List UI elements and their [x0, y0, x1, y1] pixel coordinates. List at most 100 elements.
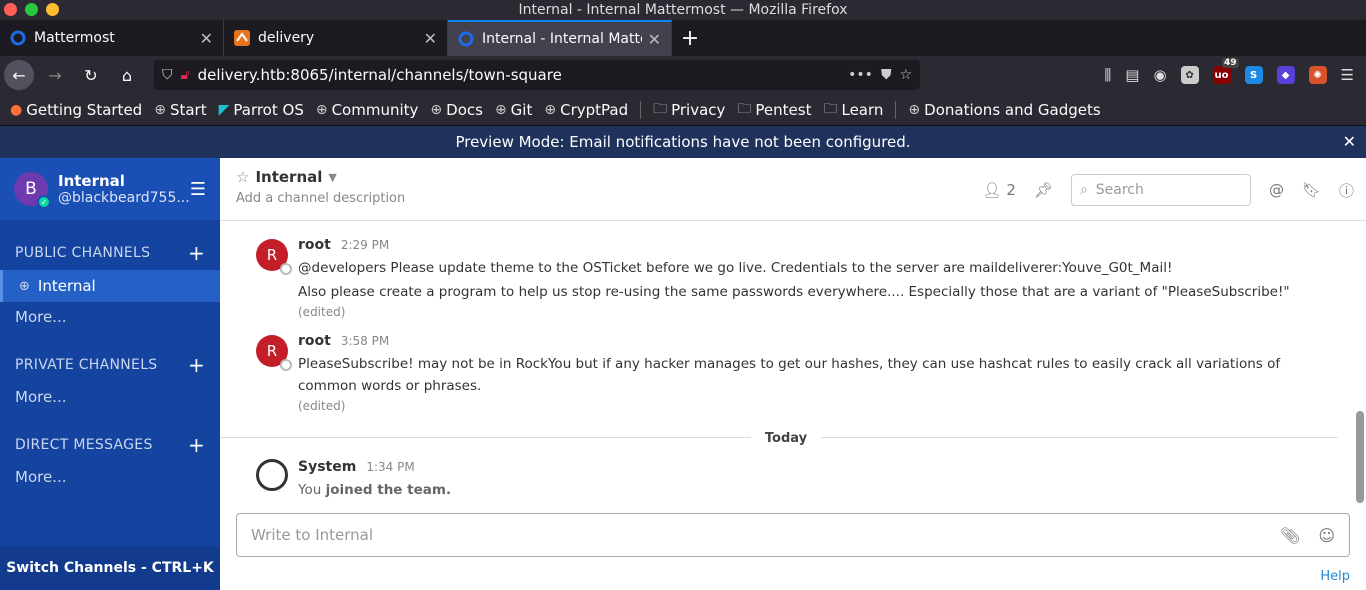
- globe-icon: ⊕: [430, 101, 443, 118]
- bookmark-folder-pentest[interactable]: 🗀 Pentest: [737, 98, 811, 122]
- maximize-window-button[interactable]: [25, 3, 38, 16]
- navigation-bar: ← → ↻ ⌂ ⛉ 🔓︎ delivery.htb:8065/internal/…: [0, 56, 1366, 94]
- chevron-down-icon[interactable]: ▼: [328, 171, 336, 184]
- insecure-lock-icon[interactable]: 🔓︎: [181, 67, 190, 83]
- add-direct-message-button[interactable]: +: [188, 433, 205, 457]
- post[interactable]: R root 3:58 PM PleaseSubscribe! may not b…: [220, 333, 1352, 413]
- bookmark-folder-learn[interactable]: 🗀 Learn: [823, 98, 883, 122]
- search-input[interactable]: ⌕ Search: [1070, 174, 1251, 206]
- emoji-icon[interactable]: ☺: [1318, 526, 1335, 545]
- url-bar[interactable]: ⛉ 🔓︎ delivery.htb:8065/internal/channels…: [154, 60, 920, 90]
- post-time[interactable]: 3:58 PM: [341, 334, 389, 348]
- globe-icon: ⊕: [908, 101, 921, 118]
- forward-button[interactable]: →: [40, 60, 70, 90]
- more-private-channels-link[interactable]: More...: [0, 382, 220, 412]
- url-text[interactable]: delivery.htb:8065/internal/channels/town…: [198, 66, 841, 84]
- tab-mattermost[interactable]: Mattermost ✕: [0, 20, 224, 56]
- home-button[interactable]: ⌂: [112, 60, 142, 90]
- bookmark-getting-started[interactable]: ● Getting Started: [10, 101, 142, 119]
- bookmark-label: Docs: [446, 100, 483, 119]
- tab-delivery[interactable]: delivery ✕: [224, 20, 448, 56]
- ublock-icon[interactable]: uo 49: [1212, 58, 1239, 84]
- hamburger-menu-icon[interactable]: ☰: [190, 179, 206, 200]
- bookmark-label: Community: [331, 100, 419, 119]
- close-window-button[interactable]: [4, 3, 17, 16]
- close-tab-icon[interactable]: ✕: [648, 30, 661, 49]
- post-time[interactable]: 2:29 PM: [341, 238, 389, 252]
- extension-icon[interactable]: ✿: [1180, 66, 1199, 84]
- add-private-channel-button[interactable]: +: [188, 353, 205, 377]
- mention-icon[interactable]: @: [1269, 181, 1284, 199]
- avatar[interactable]: R: [256, 335, 292, 371]
- post-author[interactable]: root: [298, 333, 331, 349]
- bug-extension-icon[interactable]: ✺: [1308, 66, 1327, 84]
- close-icon[interactable]: ✕: [1343, 126, 1356, 158]
- switch-channels-button[interactable]: Switch Channels - CTRL+K: [0, 546, 220, 590]
- cube-extension-icon[interactable]: ◆: [1276, 66, 1295, 84]
- bookmark-community[interactable]: ⊕ Community: [316, 101, 419, 119]
- status-icon: [280, 263, 292, 275]
- library-icon[interactable]: ⫼: [1104, 66, 1111, 84]
- post-author[interactable]: root: [298, 237, 331, 253]
- bookmark-donations[interactable]: ⊕ Donations and Gadgets: [908, 101, 1100, 119]
- window-title: Internal - Internal Mattermost — Mozilla…: [518, 2, 848, 18]
- saved-posts-icon[interactable]: 🔖︎: [1302, 181, 1321, 199]
- sidebar-icon[interactable]: ▤: [1125, 66, 1139, 84]
- mattermost-logo-icon: [256, 459, 288, 491]
- pin-icon[interactable]: 📌︎: [1034, 181, 1053, 199]
- more-public-channels-link[interactable]: More...: [0, 302, 220, 332]
- online-status-icon: ✓: [37, 195, 51, 209]
- team-header[interactable]: B ✓ Internal @blackbeard755... ☰: [0, 158, 220, 220]
- channel-name: Internal: [255, 168, 323, 186]
- attachment-icon[interactable]: 📎︎: [1280, 526, 1300, 545]
- page-actions-icon[interactable]: •••: [848, 67, 873, 83]
- preview-mode-banner: Preview Mode: Email notifications have n…: [0, 126, 1366, 158]
- more-direct-messages-link[interactable]: More...: [0, 462, 220, 492]
- minimize-window-button[interactable]: [46, 3, 59, 16]
- avatar[interactable]: R: [256, 239, 292, 275]
- tab-title: Mattermost: [34, 30, 115, 46]
- member-icon: 👤︎: [982, 181, 1002, 199]
- bookmark-folder-privacy[interactable]: 🗀 Privacy: [653, 98, 725, 122]
- help-link[interactable]: Help: [1320, 569, 1350, 584]
- bookmark-star-icon[interactable]: ☆: [899, 67, 912, 83]
- avatar[interactable]: B ✓: [14, 172, 51, 209]
- bookmark-cryptpad[interactable]: ⊕ CryptPad: [544, 101, 628, 119]
- sidebar-item-internal[interactable]: ⊕ Internal: [0, 270, 220, 302]
- bookmark-git[interactable]: ⊕ Git: [495, 101, 532, 119]
- new-tab-button[interactable]: +: [672, 20, 708, 56]
- bookmark-label: Parrot OS: [233, 100, 304, 119]
- pocket-icon[interactable]: ⛊: [881, 67, 892, 83]
- bookmark-parrot-os[interactable]: ◤ Parrot OS: [219, 101, 304, 119]
- bookmark-separator: [640, 100, 642, 119]
- post-message: Also please create a program to help us …: [298, 284, 1290, 300]
- back-button[interactable]: ←: [4, 60, 34, 90]
- add-public-channel-button[interactable]: +: [188, 241, 205, 265]
- account-icon[interactable]: ◉: [1153, 66, 1166, 84]
- channel-header: ☆ Internal ▼ Add a channel description 👤…: [220, 158, 1366, 221]
- bookmark-label: CryptPad: [560, 100, 629, 119]
- scrollbar-thumb[interactable]: [1356, 411, 1364, 503]
- post-message: @developers Please update theme to the O…: [298, 260, 1173, 276]
- reload-button[interactable]: ↻: [76, 60, 106, 90]
- menu-icon[interactable]: ☰: [1341, 66, 1354, 84]
- post-time[interactable]: 1:34 PM: [366, 460, 414, 474]
- sidebar: B ✓ Internal @blackbeard755... ☰ PUBLIC …: [0, 158, 220, 590]
- toolbar-right: ⫼ ▤ ◉ ✿ uo 49 S ◆ ✺ ☰: [1104, 58, 1354, 84]
- message-input[interactable]: Write to Internal 📎︎ ☺: [236, 513, 1350, 557]
- tab-internal[interactable]: Internal - Internal Matter ✕: [448, 20, 672, 56]
- bookmark-docs[interactable]: ⊕ Docs: [430, 101, 483, 119]
- s-extension-icon[interactable]: S: [1244, 66, 1263, 84]
- help-icon[interactable]: ⓘ: [1339, 180, 1354, 201]
- shield-icon[interactable]: ⛉: [162, 67, 173, 83]
- scrollbar[interactable]: [1356, 221, 1364, 508]
- post[interactable]: R root 2:29 PM @developers Please update …: [220, 237, 1352, 319]
- system-post[interactable]: System 1:34 PM You joined the team.: [220, 459, 1352, 501]
- post-author: System: [298, 459, 357, 475]
- favorite-star-icon[interactable]: ☆: [236, 168, 249, 186]
- close-tab-icon[interactable]: ✕: [200, 29, 213, 48]
- member-count-button[interactable]: 👤︎ 2: [983, 181, 1016, 199]
- close-tab-icon[interactable]: ✕: [424, 29, 437, 48]
- bookmark-start[interactable]: ⊕ Start: [154, 101, 206, 119]
- avatar-letter: R: [266, 342, 278, 360]
